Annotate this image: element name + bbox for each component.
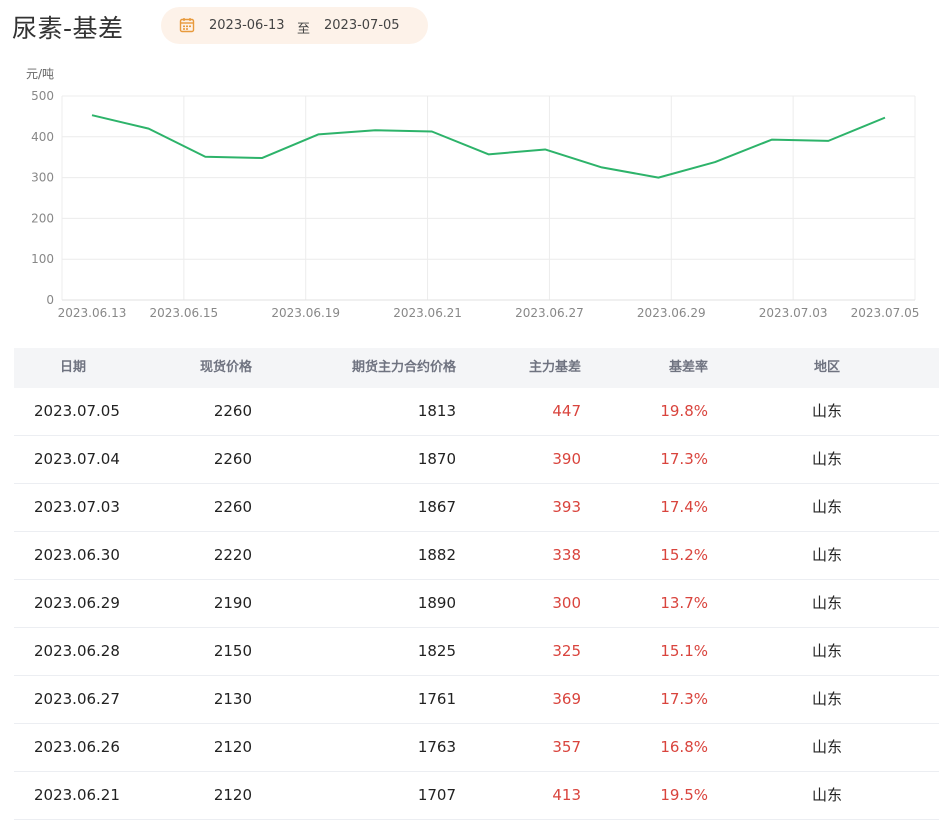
cell-basis-rate: 15.2%	[660, 546, 708, 564]
cell-region: 山东	[812, 642, 843, 660]
cell-futures-price: 1813	[417, 402, 456, 420]
y-tick-label: 200	[31, 211, 54, 225]
cell-spot-price: 2260	[213, 402, 252, 420]
y-tick-label: 100	[31, 252, 54, 266]
cell-date: 2023.06.27	[34, 690, 120, 708]
cell-spot-price: 2120	[213, 738, 252, 756]
y-tick-label: 500	[31, 89, 54, 103]
table-row[interactable]: 2023.06.27 2130 1761 369 17.3% 山东	[14, 676, 939, 724]
cell-futures-price: 1763	[417, 738, 456, 756]
table-body: 2023.07.05 2260 1813 447 19.8% 山东 2023.07.04 22…	[14, 388, 939, 820]
cell-basis-rate: 17.3%	[660, 690, 708, 708]
y-tick-label: 300	[31, 171, 54, 185]
cell-region: 山东	[812, 498, 843, 516]
header-main-basis[interactable]: 主力基差	[529, 348, 581, 388]
cell-region: 山东	[812, 786, 843, 804]
y-axis-label: 元/吨	[26, 67, 54, 81]
cell-date: 2023.06.28	[34, 642, 120, 660]
cell-date: 2023.07.05	[34, 402, 120, 420]
cell-main-basis: 338	[552, 546, 581, 564]
table-row[interactable]: 2023.06.29 2190 1890 300 13.7% 山东	[14, 580, 939, 628]
cell-main-basis: 325	[552, 642, 581, 660]
cell-main-basis: 369	[552, 690, 581, 708]
date-range-picker[interactable]: 2023-06-13 至 2023-07-05	[161, 7, 428, 44]
page-title: 尿素-基差	[12, 14, 124, 43]
cell-basis-rate: 13.7%	[660, 594, 708, 612]
basis-line-chart: 元/吨 0 100 200 300 400 500 2023.06.13 2023.06.15 2…	[0, 60, 947, 330]
x-tick-label: 2023.06.19	[271, 306, 340, 320]
x-tick-label: 2023.06.15	[149, 306, 218, 320]
chart-canvas: 元/吨 0 100 200 300 400 500 2023.06.13 2023.06.15 2…	[26, 67, 920, 320]
cell-date: 2023.07.03	[34, 498, 120, 516]
header-region[interactable]: 地区	[814, 348, 840, 388]
cell-basis-rate: 19.5%	[660, 786, 708, 804]
cell-region: 山东	[812, 690, 843, 708]
table-header: 日期 现货价格 期货主力合约价格 主力基差 基差率 地区	[14, 348, 939, 388]
cell-date: 2023.06.21	[34, 786, 120, 804]
date-start-input[interactable]: 2023-06-13	[209, 18, 285, 33]
cell-main-basis: 413	[552, 786, 581, 804]
cell-basis-rate: 15.1%	[660, 642, 708, 660]
table-row[interactable]: 2023.06.28 2150 1825 325 15.1% 山东	[14, 628, 939, 676]
cell-basis-rate: 19.8%	[660, 402, 708, 420]
cell-futures-price: 1825	[417, 642, 456, 660]
cell-main-basis: 390	[552, 450, 581, 468]
cell-spot-price: 2260	[213, 498, 252, 516]
header-spot-price[interactable]: 现货价格	[200, 348, 252, 388]
table-row[interactable]: 2023.07.04 2260 1870 390 17.3% 山东	[14, 436, 939, 484]
basis-table: 日期 现货价格 期货主力合约价格 主力基差 基差率 地区 2023.07.05 2…	[14, 348, 939, 820]
cell-region: 山东	[812, 738, 843, 756]
table-row[interactable]: 2023.07.03 2260 1867 393 17.4% 山东	[14, 484, 939, 532]
header-basis-rate[interactable]: 基差率	[669, 348, 708, 388]
cell-date: 2023.06.30	[34, 546, 120, 564]
cell-region: 山东	[812, 450, 843, 468]
cell-region: 山东	[812, 594, 843, 612]
cell-basis-rate: 16.8%	[660, 738, 708, 756]
cell-spot-price: 2130	[213, 690, 252, 708]
cell-date: 2023.07.04	[34, 450, 120, 468]
table-row[interactable]: 2023.07.05 2260 1813 447 19.8% 山东	[14, 388, 939, 436]
header-date[interactable]: 日期	[60, 348, 86, 388]
cell-spot-price: 2260	[213, 450, 252, 468]
cell-region: 山东	[812, 546, 843, 564]
header-futures-price[interactable]: 期货主力合约价格	[352, 348, 456, 388]
cell-region: 山东	[812, 402, 843, 420]
table-row[interactable]: 2023.06.21 2120 1707 413 19.5% 山东	[14, 772, 939, 820]
cell-futures-price: 1707	[417, 786, 456, 804]
date-range-separator: 至	[297, 22, 311, 37]
cell-futures-price: 1761	[417, 690, 456, 708]
x-tick-label: 2023.06.21	[393, 306, 462, 320]
cell-date: 2023.06.29	[34, 594, 120, 612]
table-row[interactable]: 2023.06.26 2120 1763 357 16.8% 山东	[14, 724, 939, 772]
cell-basis-rate: 17.4%	[660, 498, 708, 516]
y-tick-label: 400	[31, 130, 54, 144]
cell-spot-price: 2190	[213, 594, 252, 612]
x-tick-label: 2023.06.29	[637, 306, 706, 320]
y-tick-label: 0	[46, 293, 54, 307]
x-tick-label: 2023.07.05	[851, 306, 920, 320]
cell-main-basis: 300	[552, 594, 581, 612]
table-row[interactable]: 2023.06.30 2220 1882 338 15.2% 山东	[14, 532, 939, 580]
cell-futures-price: 1882	[417, 546, 456, 564]
x-tick-label: 2023.07.03	[759, 306, 828, 320]
cell-spot-price: 2120	[213, 786, 252, 804]
x-tick-label: 2023.06.13	[58, 306, 127, 320]
cell-futures-price: 1890	[417, 594, 456, 612]
cell-spot-price: 2220	[213, 546, 252, 564]
cell-main-basis: 447	[552, 402, 581, 420]
cell-futures-price: 1867	[417, 498, 456, 516]
calendar-icon	[179, 17, 195, 37]
date-end-input[interactable]: 2023-07-05	[324, 18, 400, 33]
cell-futures-price: 1870	[417, 450, 456, 468]
cell-main-basis: 357	[552, 738, 581, 756]
x-tick-label: 2023.06.27	[515, 306, 584, 320]
series-line	[91, 114, 886, 179]
cell-spot-price: 2150	[213, 642, 252, 660]
cell-date: 2023.06.26	[34, 738, 120, 756]
cell-basis-rate: 17.3%	[660, 450, 708, 468]
cell-main-basis: 393	[552, 498, 581, 516]
